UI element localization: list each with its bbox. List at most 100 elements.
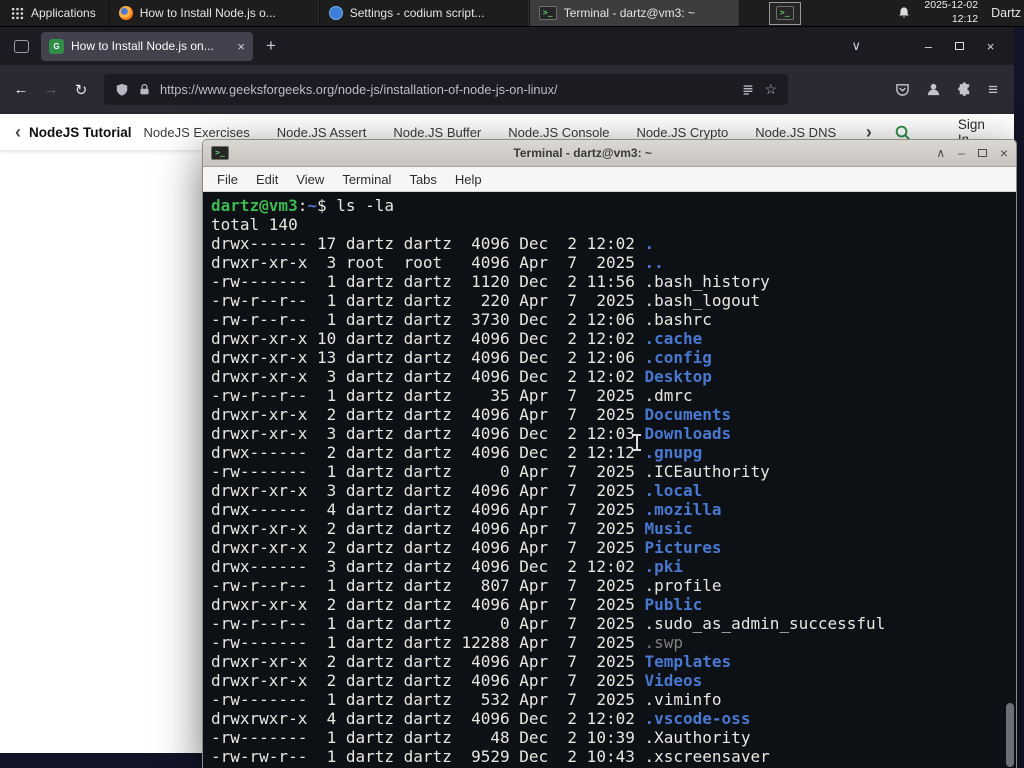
nav-scroll-left-icon[interactable]	[10, 122, 26, 143]
terminal-listing-line: drwxr-xr-x 10 dartz dartz 4096 Dec 2 12:…	[211, 329, 703, 348]
terminal-listing-line: drwxr-xr-x 2 dartz dartz 4096 Apr 7 2025…	[211, 671, 703, 690]
terminal-titlebar[interactable]: Terminal - dartz@vm3: ~	[203, 140, 1016, 167]
list-all-tabs-icon[interactable]	[851, 38, 861, 54]
terminal-listing-line: -rw------- 1 dartz dartz 1120 Dec 2 11:5…	[211, 272, 770, 291]
maximize-icon	[977, 149, 987, 157]
site-nav-link[interactable]: Node.JS Crypto	[636, 125, 728, 140]
tray-terminal-icon[interactable]	[768, 1, 801, 25]
bookmark-star-icon[interactable]	[764, 81, 777, 98]
applications-menu-button[interactable]: Applications	[0, 0, 107, 26]
firefox-icon	[118, 6, 133, 20]
terminal-icon	[538, 6, 557, 20]
browser-minimize-button[interactable]	[913, 32, 944, 60]
terminal-maximize-button[interactable]	[977, 146, 987, 160]
site-nav-active-link[interactable]: NodeJS Tutorial	[29, 125, 132, 140]
terminal-listing-line: drwx------ 17 dartz dartz 4096 Dec 2 12:…	[211, 234, 655, 253]
url-bar[interactable]: https://www.geeksforgeeks.org/node-js/in…	[104, 74, 788, 105]
site-search-button[interactable]	[894, 124, 911, 141]
notification-bell-icon[interactable]	[897, 6, 911, 20]
site-nav-link[interactable]: Node.JS Assert	[277, 125, 367, 140]
terminal-title: Terminal - dartz@vm3: ~	[513, 146, 652, 160]
panel-window-button-terminal[interactable]: Terminal - dartz@vm3: ~	[528, 0, 739, 26]
terminal-listing-line: drwxr-xr-x 2 dartz dartz 4096 Apr 7 2025…	[211, 652, 732, 671]
browser-toolbar: https://www.geeksforgeeks.org/node-js/in…	[0, 65, 1014, 114]
terminal-close-button[interactable]	[1000, 145, 1008, 161]
pocket-icon[interactable]	[895, 82, 910, 97]
terminal-body[interactable]: dartz@vm3:~$ ls -la total 140 drwx------ 1…	[203, 192, 1016, 768]
terminal-menu-file[interactable]: File	[208, 169, 247, 190]
terminal-menu-terminal[interactable]: Terminal	[333, 169, 400, 190]
site-nav-link[interactable]: Node.JS Console	[508, 125, 609, 140]
browser-window-controls	[913, 32, 1006, 60]
terminal-listing-line: drwxr-xr-x 2 dartz dartz 4096 Apr 7 2025…	[211, 405, 732, 424]
reader-mode-icon[interactable]	[741, 83, 755, 97]
settings-icon	[328, 6, 343, 20]
extensions-icon[interactable]	[957, 82, 972, 97]
terminal-minimize-button[interactable]	[958, 146, 965, 160]
terminal-listing-line: drwxr-xr-x 3 dartz dartz 4096 Dec 2 12:0…	[211, 424, 732, 443]
terminal-window-controls	[936, 145, 1008, 161]
terminal-listing-line: -rw-r--r-- 1 dartz dartz 0 Apr 7 2025 .s…	[211, 614, 886, 633]
terminal-menu-tabs[interactable]: Tabs	[400, 169, 445, 190]
firefox-view-icon[interactable]	[14, 39, 29, 53]
tab-close-icon[interactable]	[237, 39, 245, 54]
window-button-label: Terminal - dartz@vm3: ~	[563, 6, 695, 20]
applications-grid-icon	[11, 7, 24, 19]
site-nav-link[interactable]: NodeJS Exercises	[144, 125, 250, 140]
panel-window-buttons: How to Install Node.js o... Settings - c…	[108, 0, 739, 26]
panel-clock[interactable]: 2025-12-02 12:12	[924, 0, 978, 27]
terminal-rollup-button[interactable]	[936, 146, 945, 160]
url-text: https://www.geeksforgeeks.org/node-js/in…	[160, 82, 558, 97]
search-icon	[895, 125, 910, 140]
lock-icon[interactable]	[138, 83, 151, 96]
terminal-menubar: File Edit View Terminal Tabs Help	[203, 167, 1016, 192]
terminal-listing-line: -rw-r--r-- 1 dartz dartz 3730 Dec 2 12:0…	[211, 310, 712, 329]
site-favicon: G	[49, 38, 64, 54]
text-cursor	[633, 434, 641, 451]
forward-button[interactable]	[36, 75, 66, 105]
terminal-listing-line: drwxr-xr-x 3 root root 4096 Apr 7 2025 .…	[211, 253, 664, 272]
terminal-listing-line: -rw-r--r-- 1 dartz dartz 220 Apr 7 2025 …	[211, 291, 761, 310]
toolbar-right-icons	[895, 80, 1008, 100]
terminal-menu-edit[interactable]: Edit	[247, 169, 287, 190]
terminal-listing-line: -rw-r--r-- 1 dartz dartz 35 Apr 7 2025 .…	[211, 386, 693, 405]
panel-window-button-settings[interactable]: Settings - codium script...	[318, 0, 529, 26]
terminal-listing-line: drwxr-xr-x 2 dartz dartz 4096 Apr 7 2025…	[211, 595, 703, 614]
tab-title: How to Install Node.js on...	[71, 39, 214, 53]
browser-maximize-button[interactable]	[944, 32, 975, 60]
site-nav-link[interactable]: Node.JS Buffer	[393, 125, 481, 140]
new-tab-button[interactable]	[266, 36, 276, 56]
window-button-label: Settings - codium script...	[349, 6, 485, 20]
terminal-listing-line: -rw------- 1 dartz dartz 0 Apr 7 2025 .I…	[211, 462, 770, 481]
panel-window-button-browser[interactable]: How to Install Node.js o...	[108, 0, 319, 26]
hamburger-menu-icon[interactable]	[988, 80, 998, 100]
account-icon[interactable]	[926, 82, 941, 97]
back-button[interactable]	[6, 75, 36, 105]
terminal-listing-line: drwxr-xr-x 2 dartz dartz 4096 Apr 7 2025…	[211, 519, 693, 538]
terminal-listing-line: drwx------ 2 dartz dartz 4096 Dec 2 12:1…	[211, 443, 703, 462]
terminal-listing-line: drwx------ 4 dartz dartz 4096 Apr 7 2025…	[211, 500, 722, 519]
terminal-icon	[775, 6, 794, 20]
maximize-icon	[955, 42, 964, 50]
reload-button[interactable]	[66, 75, 96, 105]
terminal-output: dartz@vm3:~$ ls -la total 140 drwx------ 1…	[211, 196, 1004, 766]
terminal-menu-view[interactable]: View	[287, 169, 333, 190]
terminal-menu-help[interactable]: Help	[446, 169, 491, 190]
site-nav-links: NodeJS Exercises Node.JS Assert Node.JS Bu…	[144, 125, 861, 140]
terminal-prompt-line: dartz@vm3:~$ ls -la	[211, 196, 395, 215]
terminal-listing-line: drwxr-xr-x 2 dartz dartz 4096 Apr 7 2025…	[211, 538, 722, 557]
terminal-listing-line: -rw------- 1 dartz dartz 12288 Apr 7 202…	[211, 633, 684, 652]
top-panel: Applications How to Install Node.js o...…	[0, 0, 1024, 27]
terminal-icon	[211, 146, 229, 160]
browser-tab-active[interactable]: G How to Install Node.js on...	[41, 31, 253, 61]
terminal-window: Terminal - dartz@vm3: ~ FileEditViewTerm…	[202, 139, 1017, 768]
browser-tab-bar: G How to Install Node.js on...	[0, 27, 1014, 65]
panel-right-area: 2025-12-02 12:12 Dartz	[897, 0, 1024, 26]
clock-time: 12:12	[951, 13, 979, 25]
applications-label: Applications	[31, 6, 96, 20]
site-nav-link[interactable]: Node.JS DNS	[755, 125, 836, 140]
browser-close-button[interactable]	[975, 32, 1006, 60]
tracking-shield-icon[interactable]	[115, 83, 129, 97]
terminal-listing-line: -rw-rw-r-- 1 dartz dartz 9529 Dec 2 10:4…	[211, 747, 770, 766]
terminal-scrollbar-thumb[interactable]	[1006, 703, 1014, 767]
